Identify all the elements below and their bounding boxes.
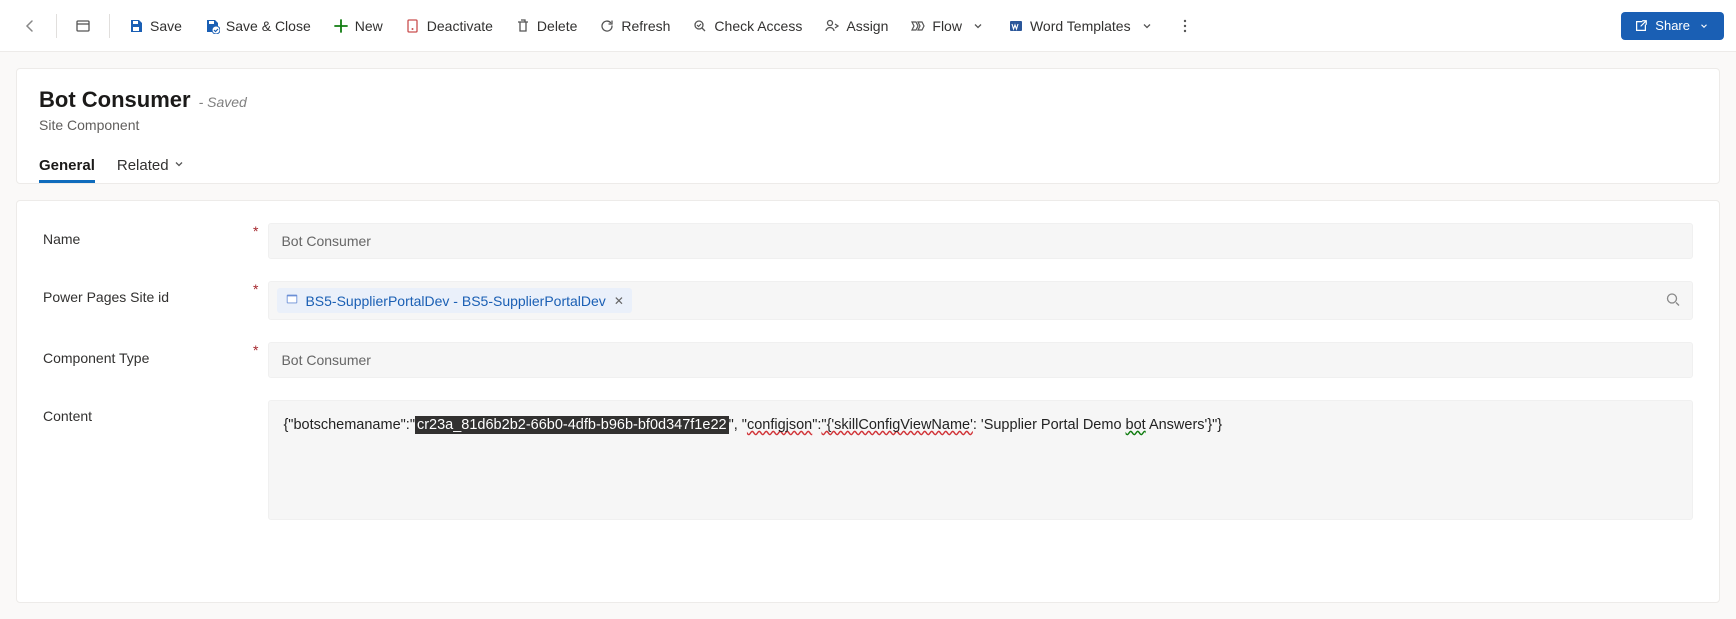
share-label: Share [1655,18,1690,33]
component-type-input[interactable] [268,342,1693,378]
save-button[interactable]: Save [118,12,192,40]
toolbar-divider [109,14,110,38]
tab-related[interactable]: Related [117,151,185,183]
flow-button[interactable]: Flow [900,12,996,40]
assign-label: Assign [846,18,888,34]
chevron-down-icon [173,157,185,174]
website-icon [285,292,299,309]
flow-label: Flow [932,18,962,34]
content-label: Content [43,400,253,424]
deactivate-button[interactable]: Deactivate [395,12,503,40]
page-title: Bot Consumer [39,87,191,113]
plus-icon [333,18,349,34]
flow-icon [910,18,926,34]
chevron-down-icon [1139,18,1155,34]
field-name: Name * [43,223,1693,259]
more-vertical-icon [1177,18,1193,34]
required-indicator: * [253,281,258,297]
open-record-set-button[interactable] [65,12,101,40]
name-input[interactable] [268,223,1693,259]
refresh-button[interactable]: Refresh [589,12,680,40]
tab-general[interactable]: General [39,151,95,183]
remove-lookup-icon[interactable]: ✕ [614,294,624,308]
word-templates-button[interactable]: Word Templates [998,12,1165,40]
command-bar: Save Save & Close New Deactivate Delete … [0,0,1736,52]
site-label: Power Pages Site id [43,281,253,305]
record-header: Bot Consumer - Saved Site Component Gene… [16,68,1720,184]
back-button[interactable] [12,12,48,40]
save-close-button[interactable]: Save & Close [194,12,321,40]
entity-name: Site Component [39,117,1697,133]
lookup-chip[interactable]: BS5-SupplierPortalDev - BS5-SupplierPort… [277,288,631,313]
refresh-icon [599,18,615,34]
delete-label: Delete [537,18,577,34]
save-label: Save [150,18,182,34]
toolbar-divider [56,14,57,38]
content-input[interactable]: {"botschemaname":"cr23a_81d6b2b2-66b0-4d… [268,400,1693,520]
search-icon[interactable] [1665,291,1681,310]
refresh-label: Refresh [621,18,670,34]
word-icon [1008,18,1024,34]
arrow-left-icon [22,18,38,34]
share-button[interactable]: Share [1621,12,1724,40]
check-access-label: Check Access [714,18,802,34]
assign-button[interactable]: Assign [814,12,898,40]
lookup-chip-text: BS5-SupplierPortalDev - BS5-SupplierPort… [305,293,605,309]
open-panel-icon [75,18,91,34]
assign-icon [824,18,840,34]
new-label: New [355,18,383,34]
share-icon [1633,18,1649,34]
field-power-pages-site: Power Pages Site id * BS5-SupplierPortal… [43,281,1693,320]
form-tabs: General Related [39,151,1697,183]
form-body: Name * Power Pages Site id * BS5-Supplie… [16,200,1720,603]
save-close-icon [204,18,220,34]
delete-button[interactable]: Delete [505,12,587,40]
word-templates-label: Word Templates [1030,18,1131,34]
chevron-down-icon [970,18,986,34]
required-indicator: * [253,342,258,358]
overflow-button[interactable] [1167,12,1203,40]
save-icon [128,18,144,34]
new-button[interactable]: New [323,12,393,40]
chevron-down-icon [1696,18,1712,34]
site-lookup[interactable]: BS5-SupplierPortalDev - BS5-SupplierPort… [268,281,1693,320]
save-close-label: Save & Close [226,18,311,34]
deactivate-icon [405,18,421,34]
deactivate-label: Deactivate [427,18,493,34]
field-content: Content * {"botschemaname":"cr23a_81d6b2… [43,400,1693,520]
save-status: - Saved [199,94,247,110]
field-component-type: Component Type * [43,342,1693,378]
component-type-label: Component Type [43,342,253,366]
selected-text: cr23a_81d6b2b2-66b0-4dfb-b96b-bf0d347f1e… [415,416,729,434]
search-check-icon [692,18,708,34]
name-label: Name [43,223,253,247]
trash-icon [515,18,531,34]
required-indicator: * [253,223,258,239]
check-access-button[interactable]: Check Access [682,12,812,40]
